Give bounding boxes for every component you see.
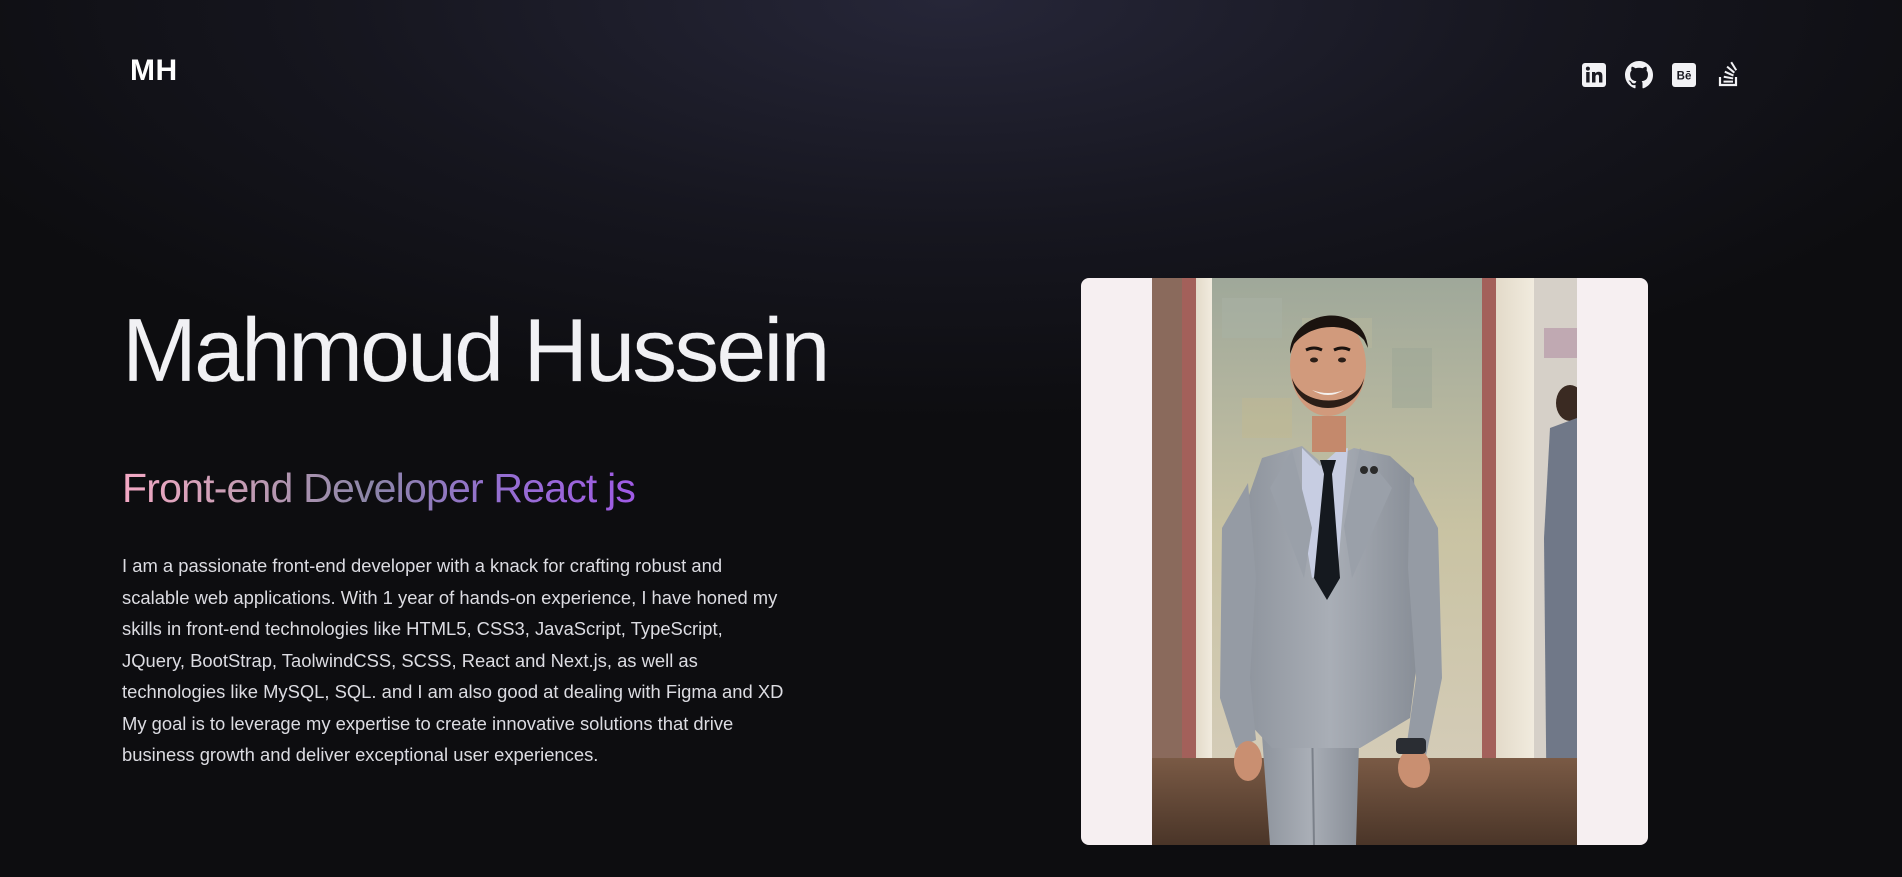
- behance-link[interactable]: Bē: [1670, 61, 1698, 89]
- bio-line: I am a passionate front-end developer wi…: [122, 555, 723, 576]
- behance-icon: Bē: [1672, 63, 1696, 87]
- github-link[interactable]: [1625, 61, 1653, 89]
- linkedin-link[interactable]: [1580, 61, 1608, 89]
- bio-line: scalable web applications. With 1 year o…: [122, 586, 778, 608]
- profile-photo: [1152, 278, 1577, 845]
- bio-line: My goal is to leverage my expertise to c…: [122, 712, 734, 734]
- profile-photo-card: [1081, 278, 1648, 845]
- bio-line: technologies like MySQL, SQL. and I am a…: [122, 681, 784, 702]
- hero-role: Front-end Developer React js: [122, 465, 636, 511]
- svg-text:Bē: Bē: [1677, 71, 1692, 83]
- hero-bio: I am a passionate front-end developer wi…: [122, 550, 784, 771]
- linkedin-icon: [1582, 63, 1606, 87]
- bio-line: JQuery, BootStrap, TaolwindCSS, SCSS, Re…: [122, 649, 698, 671]
- portfolio-page: MH Bē Mahmoud Hussein Front-end Develope…: [0, 0, 1902, 877]
- stackoverflow-icon: [1718, 61, 1738, 87]
- site-header: MH Bē: [0, 0, 1902, 150]
- hero-name: Mahmoud Hussein: [122, 301, 831, 401]
- logo-link[interactable]: MH: [130, 56, 178, 86]
- stackoverflow-link[interactable]: [1715, 61, 1743, 89]
- social-links: Bē: [1580, 61, 1743, 89]
- portrait-image: [1152, 278, 1577, 845]
- bio-line: skills in front-end technologies like HT…: [122, 618, 723, 639]
- github-icon: [1625, 61, 1653, 89]
- bio-line: business growth and deliver exceptional …: [122, 744, 599, 765]
